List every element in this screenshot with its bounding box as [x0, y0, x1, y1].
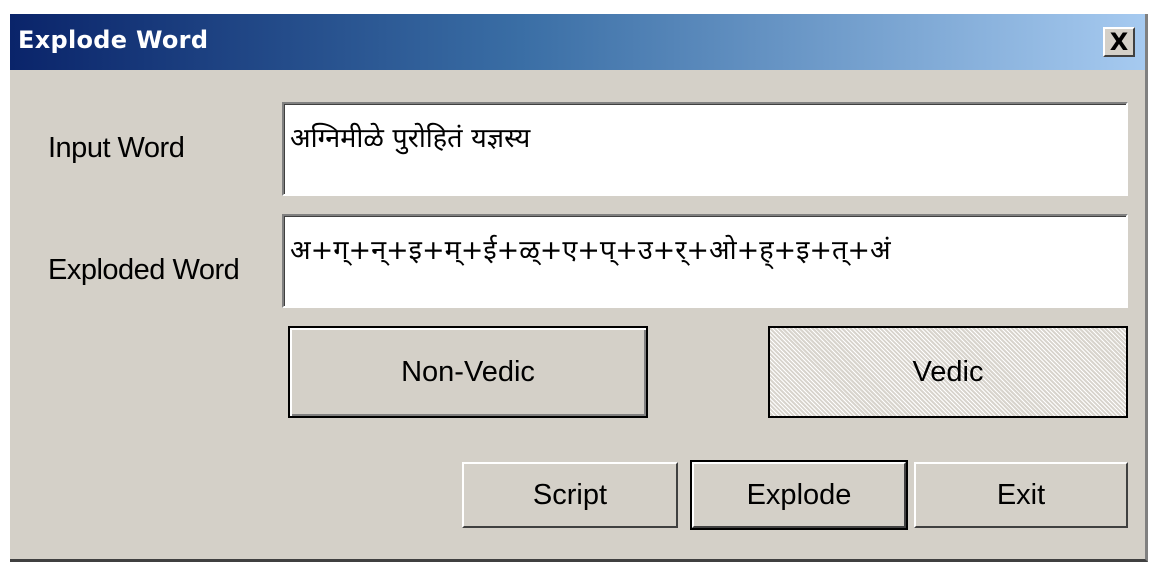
explode-word-dialog: Explode Word X Input Word अग्निमीळे पुरो… — [10, 14, 1148, 562]
exploded-word-label: Exploded Word — [48, 254, 240, 286]
input-word-field[interactable]: अग्निमीळे पुरोहितं यज्ञस्य — [282, 102, 1128, 196]
vedic-label: Vedic — [912, 355, 984, 388]
non-vedic-button[interactable]: Non-Vedic — [288, 326, 648, 418]
exploded-word-field[interactable]: अ+ग्+न्+इ+म्+ई+ळ्+ए+प्+उ+र्+ओ+ह्+इ+त्+अं — [282, 214, 1128, 308]
explode-button[interactable]: Explode — [690, 460, 908, 530]
window-title: Explode Word — [18, 26, 209, 54]
script-button[interactable]: Script — [462, 462, 678, 528]
vedic-button[interactable]: Vedic — [768, 326, 1128, 418]
non-vedic-label: Non-Vedic — [401, 355, 535, 388]
title-bar[interactable]: Explode Word X — [10, 14, 1145, 70]
close-button[interactable]: X — [1103, 27, 1135, 57]
exit-label: Exit — [996, 478, 1046, 511]
script-label: Script — [532, 478, 608, 511]
exit-button[interactable]: Exit — [914, 462, 1128, 528]
explode-label: Explode — [746, 478, 852, 511]
input-word-label: Input Word — [48, 132, 185, 164]
close-icon: X — [1109, 28, 1129, 56]
